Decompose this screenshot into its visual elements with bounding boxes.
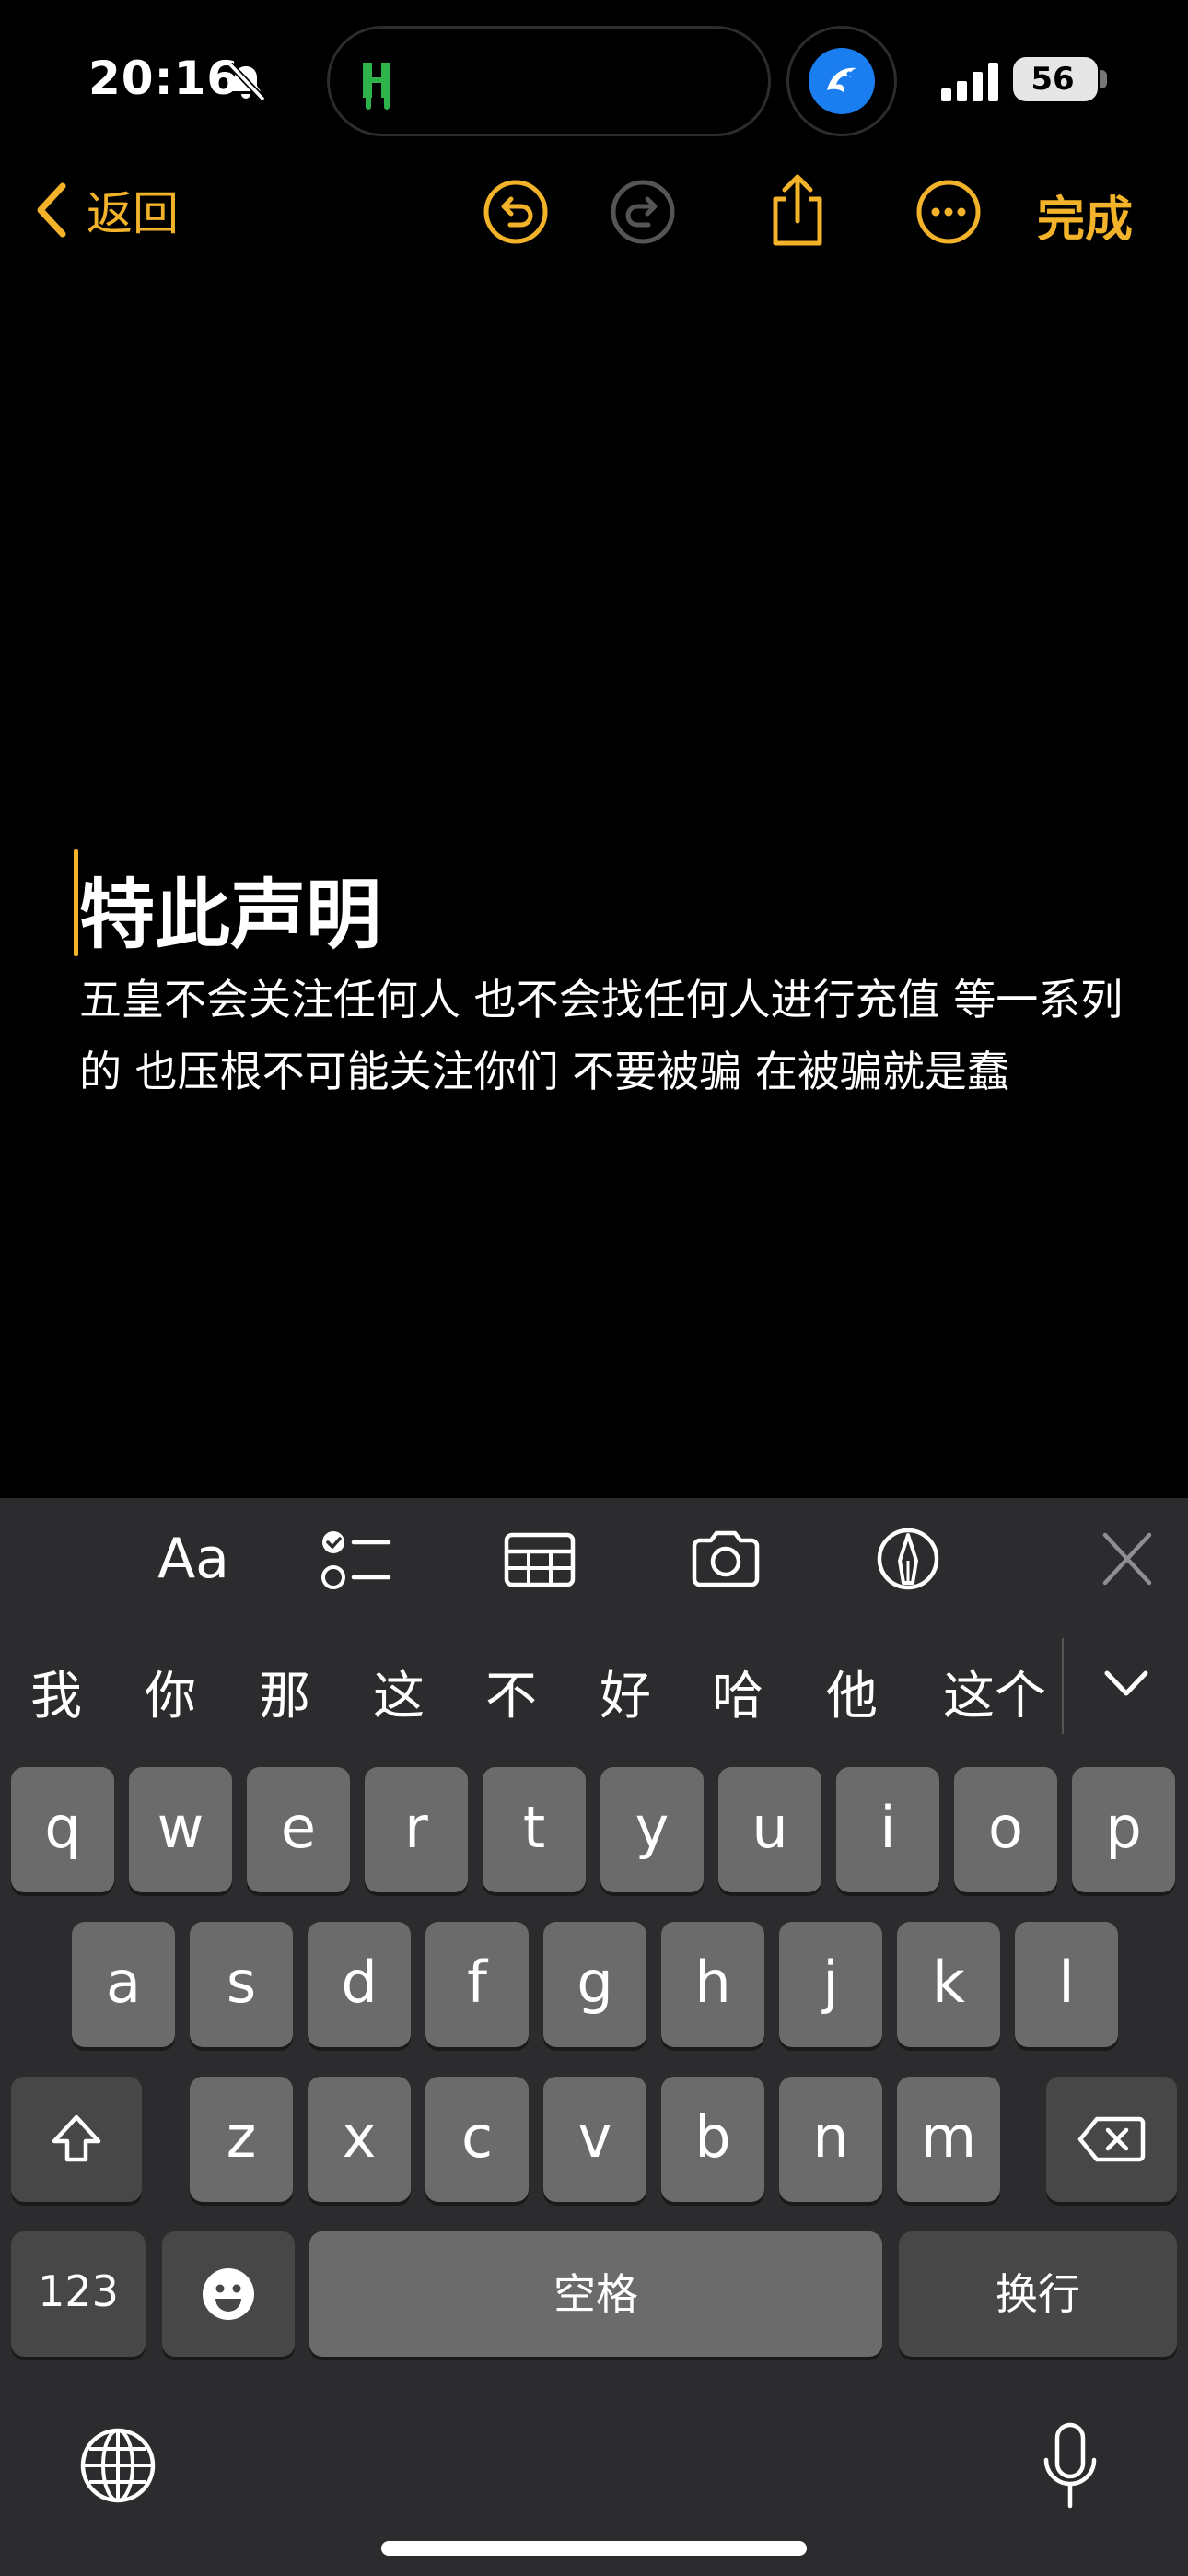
return-key[interactable]: 换行	[899, 2231, 1177, 2357]
bell-slash-icon	[227, 62, 266, 102]
battery-level: 56	[1031, 61, 1075, 98]
key-e[interactable]: e	[247, 1767, 350, 1892]
microphone-icon[interactable]	[1041, 2421, 1100, 2512]
key-m[interactable]: m	[897, 2077, 1000, 2202]
key-o[interactable]: o	[954, 1767, 1057, 1892]
key-t[interactable]: t	[483, 1767, 586, 1892]
key-n[interactable]: n	[779, 2077, 882, 2202]
candidate-word[interactable]: 好	[588, 1655, 663, 1728]
key-d[interactable]: d	[308, 1922, 411, 2047]
candidate-word[interactable]: 那	[247, 1655, 322, 1728]
shift-icon	[52, 2114, 101, 2162]
back-label: 返回	[87, 187, 179, 240]
key-s[interactable]: s	[190, 1922, 293, 2047]
candidate-word[interactable]: 哈	[700, 1655, 775, 1728]
note-title[interactable]: 特此声明	[79, 853, 381, 963]
camera-icon[interactable]	[687, 1520, 764, 1598]
key-b[interactable]: b	[661, 2077, 764, 2202]
key-u[interactable]: u	[718, 1767, 821, 1892]
key-p[interactable]: p	[1072, 1767, 1175, 1892]
key-g[interactable]: g	[543, 1922, 646, 2047]
close-icon[interactable]	[1101, 1520, 1153, 1598]
key-y[interactable]: y	[600, 1767, 704, 1892]
key-j[interactable]: j	[779, 1922, 882, 2047]
checklist-icon[interactable]	[319, 1520, 392, 1598]
share-icon[interactable]	[761, 171, 834, 249]
candidate-word[interactable]: 我	[18, 1655, 94, 1728]
candidate-word[interactable]: 这	[361, 1655, 437, 1728]
home-indicator[interactable]	[381, 2541, 807, 2556]
emoji-icon	[203, 2268, 254, 2320]
key-r[interactable]: r	[365, 1767, 468, 1892]
globe-icon[interactable]	[77, 2425, 158, 2506]
key-k[interactable]: k	[897, 1922, 1000, 2047]
status-time: 20:16	[88, 52, 240, 105]
chevron-down-icon[interactable]	[1101, 1658, 1151, 1708]
markup-pen-icon[interactable]	[875, 1520, 941, 1598]
key-c[interactable]: c	[425, 2077, 529, 2202]
cellular-signal-icon	[941, 63, 998, 101]
dolphin-app-icon	[809, 48, 875, 114]
shift-key[interactable]	[11, 2077, 142, 2202]
candidate-word[interactable]: 他	[814, 1655, 890, 1728]
text-cursor	[74, 849, 78, 956]
redo-icon[interactable]	[608, 177, 678, 247]
candidate-word[interactable]: 不	[473, 1655, 549, 1728]
candidate-separator	[1062, 1638, 1064, 1734]
emoji-key[interactable]	[162, 2231, 295, 2357]
key-x[interactable]: x	[308, 2077, 411, 2202]
space-key[interactable]: 空格	[309, 2231, 882, 2357]
more-icon[interactable]	[914, 177, 984, 247]
app-activity-icon	[363, 63, 390, 110]
candidate-word[interactable]: 你	[133, 1655, 208, 1728]
key-w[interactable]: w	[129, 1767, 232, 1892]
undo-icon[interactable]	[481, 177, 551, 247]
table-icon[interactable]	[503, 1520, 577, 1598]
back-button[interactable]: 返回	[31, 175, 179, 245]
candidate-word[interactable]: 这个	[930, 1655, 1059, 1728]
text-style-button[interactable]: Aa	[133, 1520, 254, 1598]
key-f[interactable]: f	[425, 1922, 529, 2047]
key-z[interactable]: z	[190, 2077, 293, 2202]
note-body[interactable]: 五皇不会关注任何人 也不会找任何人进行充值 等一系列的 也压根不可能关注你们 不…	[79, 964, 1129, 1107]
key-i[interactable]: i	[836, 1767, 939, 1892]
backspace-icon	[1077, 2116, 1146, 2162]
key-v[interactable]: v	[543, 2077, 646, 2202]
numbers-key[interactable]: 123	[11, 2231, 146, 2357]
battery-cap	[1100, 70, 1107, 88]
done-button[interactable]: 完成	[1037, 181, 1133, 250]
delete-key[interactable]	[1046, 2077, 1177, 2202]
key-h[interactable]: h	[661, 1922, 764, 2047]
key-q[interactable]: q	[11, 1767, 114, 1892]
key-l[interactable]: l	[1015, 1922, 1118, 2047]
chevron-left-icon	[37, 182, 66, 238]
key-a[interactable]: a	[72, 1922, 175, 2047]
